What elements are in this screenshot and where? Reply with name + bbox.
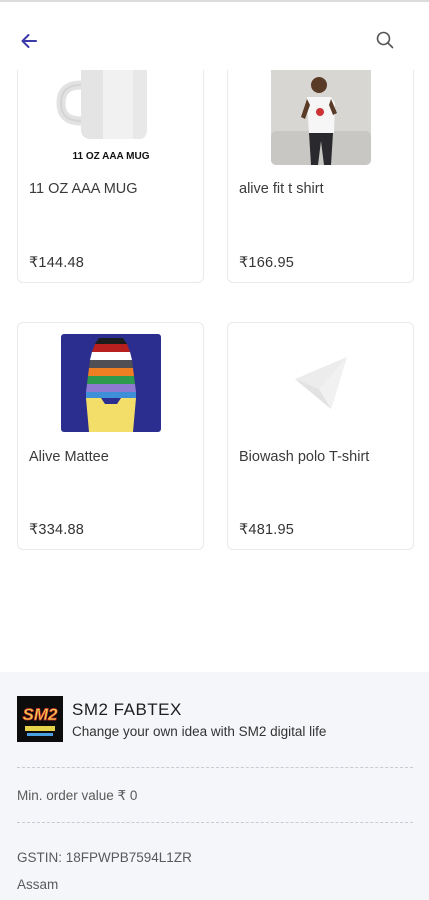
product-image [18, 334, 203, 432]
top-app-bar [0, 0, 429, 70]
product-card[interactable]: Alive Mattee ₹334.88 [17, 322, 204, 550]
product-card[interactable]: alive fit t shirt ₹166.95 [227, 40, 414, 283]
search-button[interactable] [370, 25, 400, 55]
divider [17, 822, 413, 823]
product-name: 11 OZ AAA MUG [29, 181, 138, 197]
product-card[interactable]: 11 OZ AAA MUG 11 OZ AAA MUG ₹144.48 [17, 40, 204, 283]
store-logo: SM2 [17, 696, 63, 742]
mug-image-caption: 11 OZ AAA MUG [72, 151, 149, 162]
store-tagline: Change your own idea with SM2 digital li… [72, 724, 327, 739]
product-price: ₹166.95 [239, 255, 294, 271]
image-placeholder-icon [294, 357, 347, 409]
product-name: alive fit t shirt [239, 181, 324, 197]
product-price: ₹144.48 [29, 255, 84, 271]
min-order-value: Min. order value ₹ 0 [17, 788, 138, 803]
product-image [228, 345, 413, 425]
back-button[interactable] [14, 26, 44, 56]
product-price: ₹481.95 [239, 522, 294, 538]
store-name: SM2 FABTEX [72, 700, 182, 719]
product-name: Biowash polo T-shirt [239, 449, 370, 465]
folded-shirts-image [60, 334, 161, 432]
store-info-footer: SM2 SM2 FABTEX Change your own idea with… [0, 672, 429, 900]
search-icon [376, 31, 394, 49]
arrow-left-icon [21, 34, 37, 48]
svg-text:SM2: SM2 [23, 705, 59, 724]
product-name: Alive Mattee [29, 449, 109, 465]
divider [17, 767, 413, 768]
product-price: ₹334.88 [29, 522, 84, 538]
product-card[interactable]: Biowash polo T-shirt ₹481.95 [227, 322, 414, 550]
gstin: GSTIN: 18FPWPB7594L1ZR [17, 850, 192, 865]
store-state: Assam [17, 877, 59, 892]
